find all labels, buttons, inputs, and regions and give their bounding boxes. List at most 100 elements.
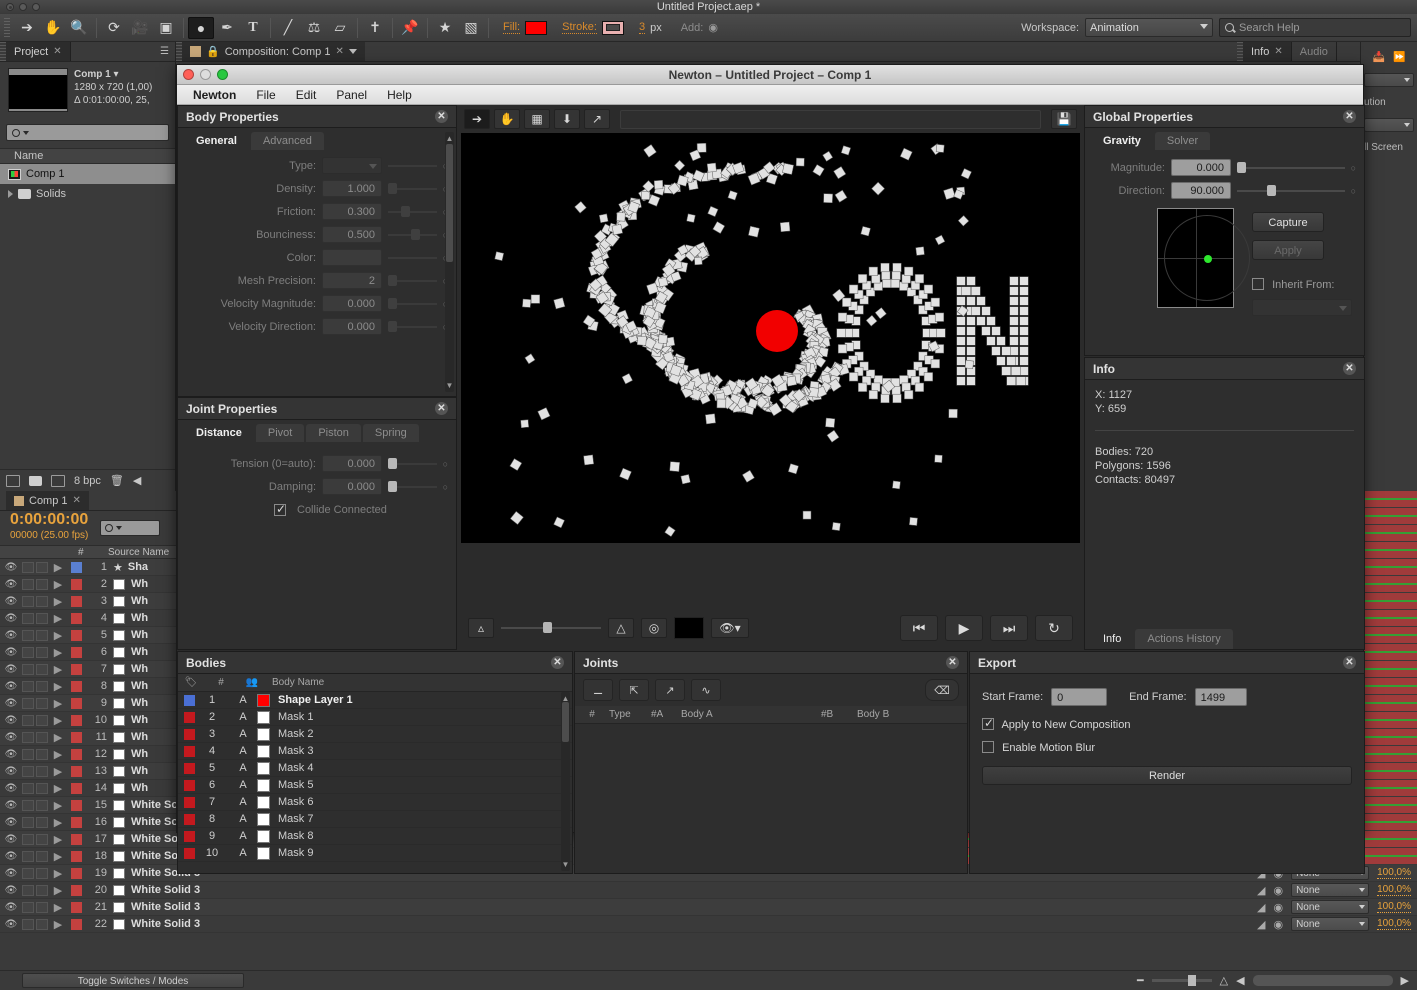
layer-source-swatch[interactable] bbox=[113, 578, 125, 590]
rotate-icon[interactable]: ⟳ bbox=[101, 17, 127, 39]
layer-visibility-icon[interactable]: 👁 bbox=[0, 919, 22, 930]
fullscreen-label[interactable]: ll Screen bbox=[1361, 138, 1417, 157]
body-swatch[interactable] bbox=[257, 795, 270, 809]
layer-visibility-icon[interactable]: 👁 bbox=[0, 817, 22, 828]
mask-feather-icon[interactable]: ▧ bbox=[458, 17, 484, 39]
bodies-table-row[interactable]: 11AMask 10 bbox=[178, 862, 572, 864]
stroke-color-swatch[interactable] bbox=[601, 20, 624, 35]
layer-switch-b[interactable] bbox=[36, 867, 48, 879]
layer-color-chip[interactable] bbox=[71, 901, 82, 913]
layer-visibility-icon[interactable]: 👁 bbox=[0, 596, 22, 607]
layer-switch-a[interactable] bbox=[22, 816, 34, 828]
layer-switch-b[interactable] bbox=[36, 714, 48, 726]
magnitude-slider[interactable] bbox=[1237, 161, 1345, 173]
body-prop-field[interactable]: 0.300 bbox=[322, 203, 382, 220]
layer-color-chip[interactable] bbox=[71, 629, 82, 641]
layer-expand-icon[interactable]: ▶ bbox=[50, 765, 66, 778]
layer-visibility-icon[interactable]: 👁 bbox=[0, 579, 22, 590]
zoom-out-icon[interactable]: ━ bbox=[1137, 974, 1144, 987]
bodies-row-list[interactable]: 1 A Shape Layer 1 2 A Mask 1 3 A Mask 2 4 A Mask 3 5… bbox=[178, 692, 572, 864]
layer-source-swatch[interactable] bbox=[113, 918, 125, 930]
stroke-width-value[interactable]: 3 bbox=[638, 21, 646, 34]
fill-label[interactable]: Fill: bbox=[503, 21, 521, 34]
layer-expand-icon[interactable]: ▶ bbox=[50, 833, 66, 846]
tab-piston[interactable]: Piston bbox=[306, 424, 361, 442]
search-help-input[interactable]: Search Help bbox=[1219, 18, 1411, 37]
layer-source-swatch[interactable] bbox=[113, 816, 125, 828]
layer-source-swatch[interactable] bbox=[113, 731, 125, 743]
body-color-chip[interactable] bbox=[184, 847, 195, 859]
layer-switch-a[interactable] bbox=[22, 731, 34, 743]
fill-color-swatch[interactable] bbox=[525, 20, 548, 35]
brush-icon[interactable]: ╱ bbox=[275, 17, 301, 39]
layer-color-chip[interactable] bbox=[71, 663, 82, 675]
camera-icon[interactable]: 🎥 bbox=[127, 17, 153, 39]
play-icon[interactable]: ▶ bbox=[945, 615, 983, 641]
scroll-up-icon[interactable]: ▲ bbox=[445, 134, 454, 143]
bodies-table-row[interactable]: 2 A Mask 1 bbox=[178, 709, 572, 726]
layer-visibility-icon[interactable]: 👁 bbox=[0, 766, 22, 777]
close-icon[interactable]: ✕ bbox=[53, 46, 61, 57]
close-window-button[interactable] bbox=[6, 3, 14, 11]
layer-switch-a[interactable] bbox=[22, 782, 34, 794]
pivot-joint-icon[interactable]: ⇱ bbox=[619, 679, 649, 701]
delete-joint-icon[interactable]: ⌫ bbox=[925, 679, 959, 701]
damping-slider[interactable] bbox=[388, 480, 437, 492]
close-icon[interactable]: ✕ bbox=[1343, 362, 1356, 375]
layer-switch-b[interactable] bbox=[36, 918, 48, 930]
layer-expand-icon[interactable]: ▶ bbox=[50, 714, 66, 727]
eye-icon[interactable]: 👁▾ bbox=[711, 618, 749, 638]
close-icon[interactable]: ✕ bbox=[73, 495, 81, 506]
layer-switch-a[interactable] bbox=[22, 612, 34, 624]
body-color-chip[interactable] bbox=[184, 694, 195, 706]
trash-icon[interactable]: 🗑 bbox=[110, 474, 124, 487]
collapse-icon[interactable]: ◀ bbox=[133, 474, 141, 487]
layer-visibility-icon[interactable]: 👁 bbox=[0, 664, 22, 675]
stroke-label[interactable]: Stroke: bbox=[562, 21, 597, 34]
layer-switch-a[interactable] bbox=[22, 850, 34, 862]
layer-source-swatch[interactable] bbox=[113, 663, 125, 675]
layer-expand-icon[interactable]: ▶ bbox=[50, 731, 66, 744]
tab-spring[interactable]: Spring bbox=[362, 424, 419, 442]
body-swatch[interactable] bbox=[257, 778, 270, 792]
layer-visibility-icon[interactable]: 👁 bbox=[0, 630, 22, 641]
layer-color-chip[interactable] bbox=[71, 612, 82, 624]
nav-left-icon[interactable]: ◀ bbox=[1236, 974, 1244, 987]
joints-row-list[interactable] bbox=[575, 724, 967, 864]
layer-expand-icon[interactable]: ▶ bbox=[50, 850, 66, 863]
type-icon[interactable]: T bbox=[240, 17, 266, 39]
body-prop-slider[interactable] bbox=[388, 182, 437, 194]
layer-switch-a[interactable] bbox=[22, 663, 34, 675]
arrow-icon[interactable]: ➔ bbox=[14, 17, 40, 39]
layer-switch-a[interactable] bbox=[22, 561, 34, 573]
layer-source-swatch[interactable] bbox=[113, 612, 125, 624]
body-swatch[interactable] bbox=[257, 693, 270, 707]
layer-color-chip[interactable] bbox=[71, 697, 82, 709]
layer-switch-a[interactable] bbox=[22, 629, 34, 641]
apply-new-composition-checkbox[interactable] bbox=[982, 716, 994, 730]
project-search-input[interactable] bbox=[6, 124, 169, 141]
body-prop-field[interactable] bbox=[322, 249, 382, 266]
toggle-switches-modes-button[interactable]: Toggle Switches / Modes bbox=[22, 973, 244, 988]
physics-simulation-canvas[interactable] bbox=[461, 133, 1080, 543]
gravity-direction-dial[interactable] bbox=[1157, 208, 1250, 308]
body-prop-slider[interactable] bbox=[388, 256, 437, 259]
layer-color-chip[interactable] bbox=[71, 680, 82, 692]
body-color-chip[interactable] bbox=[184, 745, 195, 757]
select-icon[interactable]: ➔ bbox=[464, 109, 490, 129]
timeline-scrollbar[interactable] bbox=[1252, 975, 1393, 986]
gravity-dial-handle[interactable] bbox=[1204, 255, 1212, 263]
body-swatch[interactable] bbox=[257, 812, 270, 826]
layer-switch-b[interactable] bbox=[36, 901, 48, 913]
layer-switch-a[interactable] bbox=[22, 680, 34, 692]
roto-brush-icon[interactable]: ✝ bbox=[362, 17, 388, 39]
puppet-pin-icon[interactable]: 📌 bbox=[397, 17, 423, 39]
tab-pivot[interactable]: Pivot bbox=[255, 424, 305, 442]
body-prop-slider[interactable] bbox=[388, 297, 437, 309]
body-prop-field[interactable]: 1.000 bbox=[322, 180, 382, 197]
layer-color-chip[interactable] bbox=[71, 918, 82, 930]
body-prop-slider[interactable] bbox=[388, 205, 437, 217]
newton-menu-newton[interactable]: Newton bbox=[183, 85, 246, 105]
layer-color-chip[interactable] bbox=[71, 731, 82, 743]
layer-visibility-icon[interactable]: 👁 bbox=[0, 834, 22, 845]
